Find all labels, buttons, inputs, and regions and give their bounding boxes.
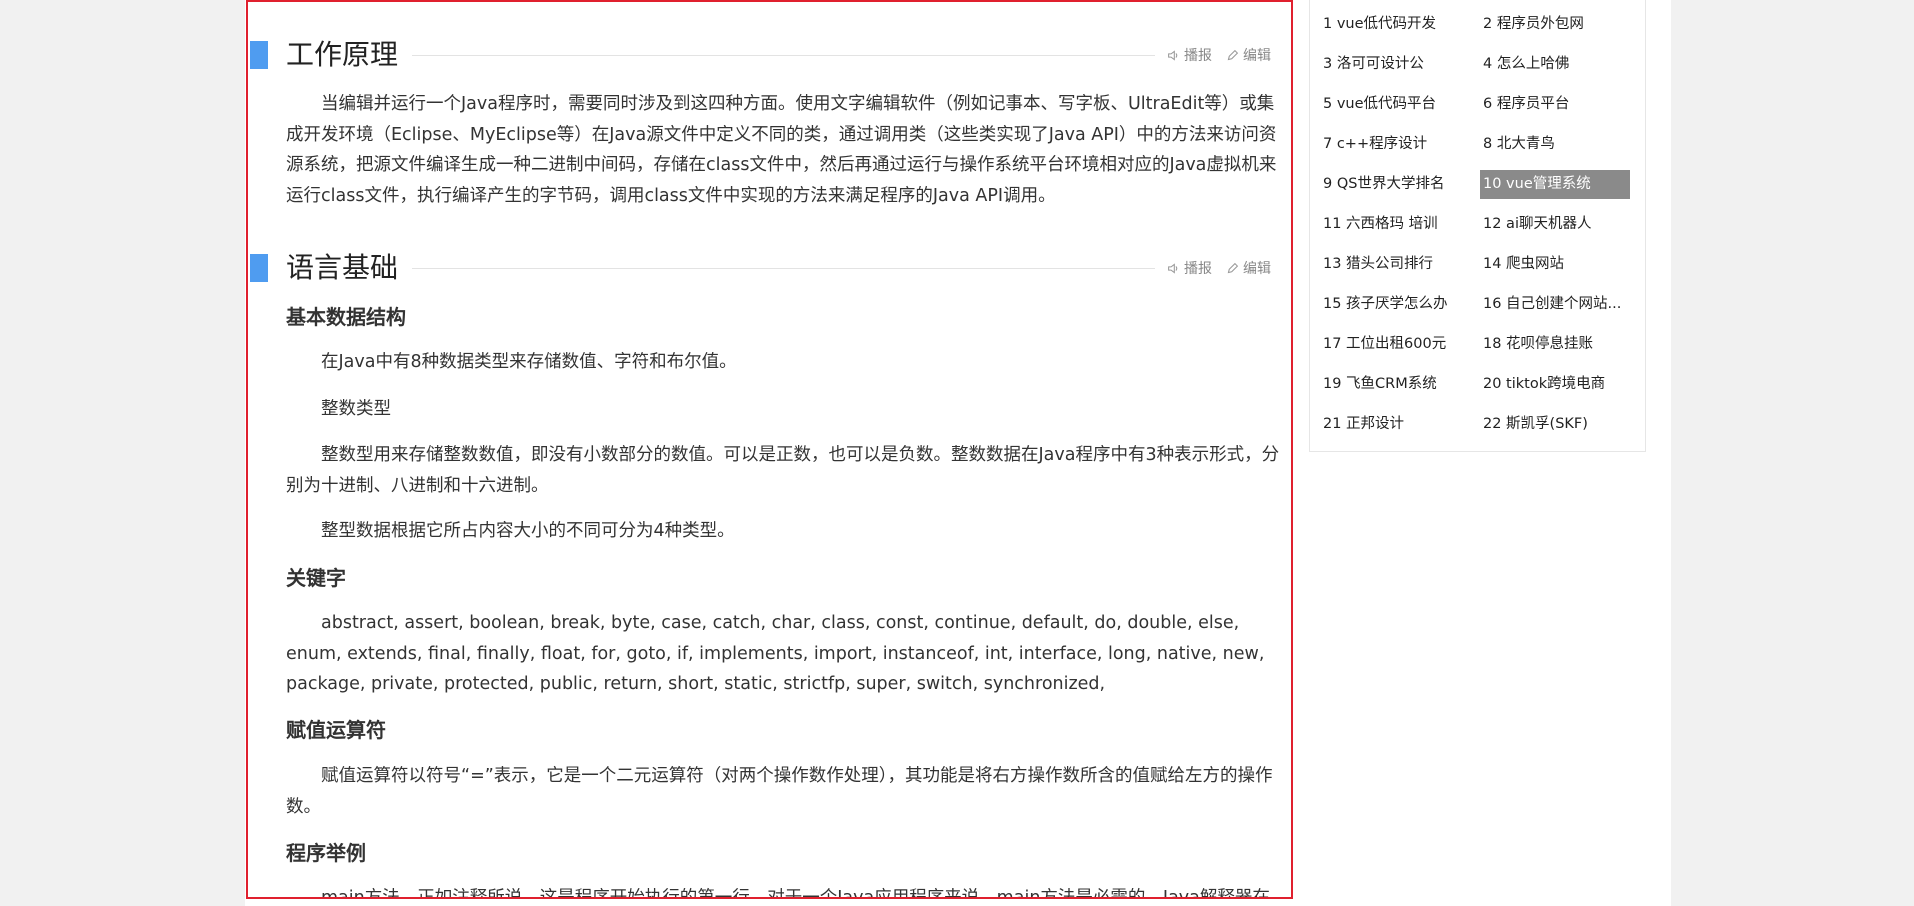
section-divider — [412, 55, 1155, 56]
hot-list-item[interactable]: 9 QS世界大学排名 — [1320, 170, 1470, 199]
hot-list-item[interactable]: 19 飞鱼CRM系统 — [1320, 370, 1470, 399]
keywords-heading: 关键字 — [286, 566, 346, 590]
hot-list-item[interactable]: 13 猎头公司排行 — [1320, 250, 1470, 279]
hot-list-item[interactable]: 1 vue低代码开发 — [1320, 10, 1470, 39]
pencil-icon — [1227, 262, 1239, 273]
hot-list-item[interactable]: 18 花呗停息挂账 — [1480, 330, 1630, 359]
hot-list-item[interactable]: 21 正邦设计 — [1320, 410, 1470, 439]
hot-list-item[interactable]: 16 自己创建个网站... — [1480, 290, 1630, 319]
basic-data-paragraph-1: 在Java中有8种数据类型来存储数值、字符和布尔值。 — [321, 352, 737, 372]
hot-list-item[interactable]: 6 程序员平台 — [1480, 90, 1630, 119]
section-tools: 播报 编辑 — [1167, 258, 1271, 278]
basic-data-paragraph-2: 整数类型 — [321, 399, 391, 419]
basic-data-heading: 基本数据结构 — [286, 305, 406, 329]
speaker-icon — [1168, 262, 1178, 274]
hot-list-item[interactable]: 11 六西格玛 培训 — [1320, 210, 1470, 239]
section-header-working-principle: 工作原理 播报 编辑 — [248, 35, 1291, 75]
page: 工作原理 播报 编辑 当编辑并运行一个Java程序时，需要同时涉及到这四种方面。… — [0, 0, 1914, 906]
hot-list-item[interactable]: 10 vue管理系统 — [1480, 170, 1630, 199]
basic-data-paragraph-3: 整数型用来存储整数数值，即没有小数部分的数值。可以是正数，也可以是负数。整数数据… — [286, 445, 1280, 496]
section-accent-bar — [250, 254, 268, 282]
hot-list-item[interactable]: 3 洛可可设计公 — [1320, 50, 1470, 79]
hot-list-item[interactable]: 4 怎么上哈佛 — [1480, 50, 1630, 79]
example-heading: 程序举例 — [286, 841, 366, 865]
hot-list-item[interactable]: 7 c++程序设计 — [1320, 130, 1470, 159]
section-header-language-basics: 语言基础 播报 编辑 — [248, 248, 1291, 288]
assignment-heading: 赋值运算符 — [286, 718, 386, 742]
article-frame: 工作原理 播报 编辑 当编辑并运行一个Java程序时，需要同时涉及到这四种方面。… — [246, 0, 1293, 899]
hot-list-item[interactable]: 15 孩子厌学怎么办 — [1320, 290, 1470, 319]
speaker-icon — [1168, 49, 1178, 61]
section-tools: 播报 编辑 — [1167, 45, 1271, 65]
hot-list-item[interactable]: 5 vue低代码平台 — [1320, 90, 1470, 119]
section-divider — [412, 268, 1155, 269]
broadcast-label: 播报 — [1184, 261, 1212, 277]
broadcast-button[interactable]: 播报 — [1167, 258, 1212, 278]
keywords-paragraph: abstract, assert, boolean, break, byte, … — [286, 613, 1265, 694]
section-title: 语言基础 — [286, 251, 399, 284]
broadcast-button[interactable]: 播报 — [1167, 45, 1212, 65]
hot-list-item[interactable]: 8 北大青鸟 — [1480, 130, 1630, 159]
edit-button[interactable]: 编辑 — [1226, 258, 1271, 278]
hot-search-list: 1 vue低代码开发 2 程序员外包网 3 洛可可设计公 4 怎么上哈佛 5 vue低代… — [1309, 0, 1646, 452]
hot-list-item[interactable]: 14 爬虫网站 — [1480, 250, 1630, 279]
example-paragraph: main方法，正如注释所说，这是程序开始执行的第一行。对于一个Java应用程序来… — [321, 888, 1270, 899]
edit-label: 编辑 — [1243, 261, 1271, 277]
section-title: 工作原理 — [286, 38, 399, 71]
section-accent-bar — [250, 41, 268, 69]
hot-list-item[interactable]: 12 ai聊天机器人 — [1480, 210, 1630, 239]
broadcast-label: 播报 — [1184, 48, 1212, 64]
hot-list-item[interactable]: 20 tiktok跨境电商 — [1480, 370, 1630, 399]
edit-label: 编辑 — [1243, 48, 1271, 64]
hot-list-item[interactable]: 17 工位出租600元 — [1320, 330, 1470, 359]
assignment-paragraph: 赋值运算符以符号“=”表示，它是一个二元运算符（对两个操作数作处理），其功能是将… — [286, 766, 1273, 817]
working-principle-paragraph: 当编辑并运行一个Java程序时，需要同时涉及到这四种方面。使用文字编辑软件（例如… — [286, 94, 1277, 206]
hot-list-item[interactable]: 2 程序员外包网 — [1480, 10, 1630, 39]
edit-button[interactable]: 编辑 — [1226, 45, 1271, 65]
pencil-icon — [1227, 49, 1239, 60]
basic-data-paragraph-4: 整型数据根据它所占内容大小的不同可分为4种类型。 — [321, 521, 735, 541]
hot-list-item[interactable]: 22 斯凯孚(SKF) — [1480, 410, 1630, 439]
